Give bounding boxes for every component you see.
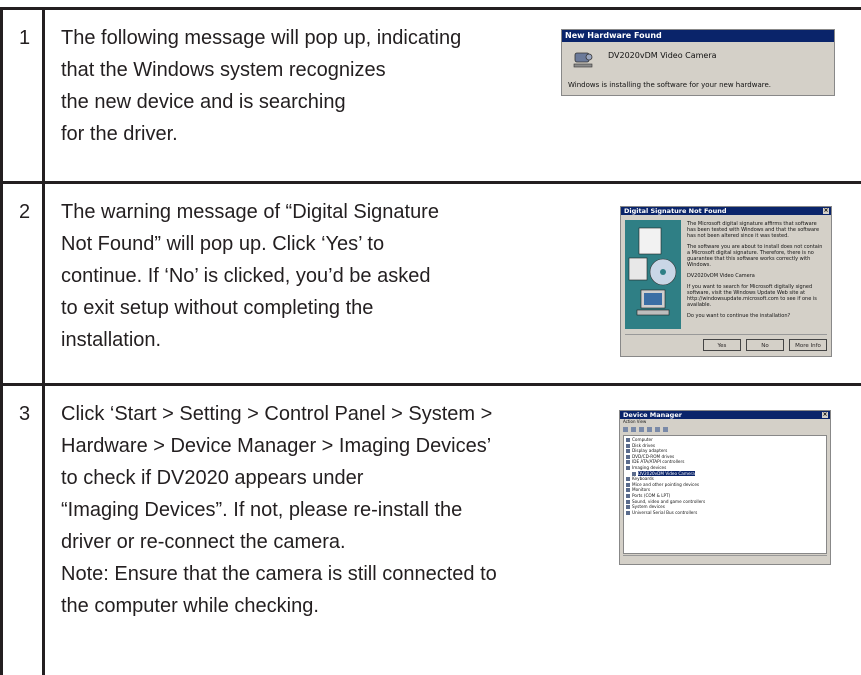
step-text-line: Click ‘Start > Setting > Control Panel >…	[61, 403, 493, 425]
dialog-buttons: Yes No More Info	[703, 339, 827, 351]
no-button[interactable]: No	[746, 339, 784, 351]
tree-item[interactable]: Universal Serial Bus controllers	[626, 510, 824, 516]
step-text-line: The warning message of “Digital Signatur…	[61, 201, 439, 223]
step-number: 2	[19, 201, 31, 223]
step-text: The following message will pop up, indic…	[61, 22, 461, 150]
toolbar	[620, 425, 830, 433]
forward-icon[interactable]	[631, 426, 636, 432]
device-icon	[626, 488, 630, 493]
table-column-divider	[42, 7, 45, 675]
camera-icon	[632, 471, 636, 476]
install-status: Windows is installing the software for y…	[568, 81, 771, 89]
device-icon	[626, 454, 630, 459]
dialog-title: New Hardware Found	[562, 30, 834, 42]
dialog-body: The Microsoft digital signature affirms …	[687, 221, 827, 324]
device-icon	[626, 482, 630, 487]
device-manager-screenshot: Device Manager × Action View Computer Di…	[619, 410, 831, 565]
dialog-title: Device Manager ×	[620, 411, 830, 419]
step-text: The warning message of “Digital Signatur…	[61, 196, 439, 356]
digital-signature-screenshot: Digital Signature Not Found × The Micros…	[620, 206, 832, 357]
yes-button[interactable]: Yes	[703, 339, 741, 351]
dialog-question: Do you want to continue the installation…	[687, 313, 791, 319]
step-text-line: to check if DV2020 appears under	[61, 467, 364, 489]
device-icon	[626, 493, 630, 498]
row-divider	[0, 383, 861, 386]
step-text-line: the new device and is searching	[61, 91, 346, 113]
step-text-line: for the driver.	[61, 123, 178, 145]
dialog-title: Digital Signature Not Found ×	[621, 207, 831, 215]
new-hardware-found-screenshot: New Hardware Found DV2020vDM Video Camer…	[561, 29, 835, 96]
divider	[625, 334, 827, 335]
back-icon[interactable]	[623, 426, 628, 432]
dialog-paragraph: The software you are about to install do…	[687, 244, 823, 268]
device-icon	[626, 465, 630, 470]
step-text-line: “Imaging Devices”. If not, please re-ins…	[61, 499, 463, 521]
step-text-line: to exit setup without completing the	[61, 297, 374, 319]
device-icon	[626, 505, 630, 510]
step-number: 3	[19, 403, 31, 425]
step-text-line: Note: Ensure that the camera is still co…	[61, 563, 497, 585]
camera-icon	[572, 50, 596, 74]
scan-icon[interactable]	[663, 426, 668, 432]
row-divider	[0, 181, 861, 184]
step-text-line: installation.	[61, 329, 162, 351]
table-top-border	[0, 7, 861, 10]
device-name: DV2020vDM Video Camera	[608, 51, 717, 60]
step-text-line: Hardware > Device Manager > Imaging Devi…	[61, 435, 492, 457]
table-left-border	[0, 7, 3, 675]
refresh-icon[interactable]	[647, 426, 652, 432]
status-bar	[623, 555, 827, 562]
device-icon	[626, 499, 630, 504]
device-icon	[626, 438, 630, 442]
step-text-line: Not Found” will pop up. Click ‘Yes’ to	[61, 233, 385, 255]
step-text-line: driver or re-connect the camera.	[61, 531, 346, 553]
step-number: 1	[19, 27, 31, 49]
dialog-title-text: Digital Signature Not Found	[624, 207, 727, 215]
more-info-button[interactable]: More Info	[789, 339, 827, 351]
device-icon	[626, 443, 630, 448]
device-tree: Computer Disk drives Display adapters DV…	[623, 435, 827, 554]
setup-illustration	[625, 220, 681, 329]
device-icon	[626, 477, 630, 482]
step-text-line: that the Windows system recognizes	[61, 59, 386, 81]
device-icon	[626, 449, 630, 454]
device-icon	[626, 460, 630, 465]
step-text-line: The following message will pop up, indic…	[61, 27, 462, 49]
dialog-paragraph: If you want to search for Microsoft digi…	[687, 284, 817, 308]
step-text-line: the computer while checking.	[61, 595, 319, 617]
dialog-device-name: DV2020vDM Video Camera	[687, 273, 755, 279]
help-icon[interactable]	[655, 426, 660, 432]
step-text: Click ‘Start > Setting > Control Panel >…	[61, 398, 497, 622]
step-text-line: continue. If ‘No’ is clicked, you’d be a…	[61, 265, 431, 287]
device-icon	[626, 510, 630, 515]
dialog-paragraph: The Microsoft digital signature affirms …	[687, 221, 820, 239]
close-icon[interactable]: ×	[823, 208, 829, 214]
close-icon[interactable]: ×	[822, 412, 828, 418]
dialog-title-text: Device Manager	[623, 411, 682, 419]
properties-icon[interactable]	[639, 426, 644, 432]
